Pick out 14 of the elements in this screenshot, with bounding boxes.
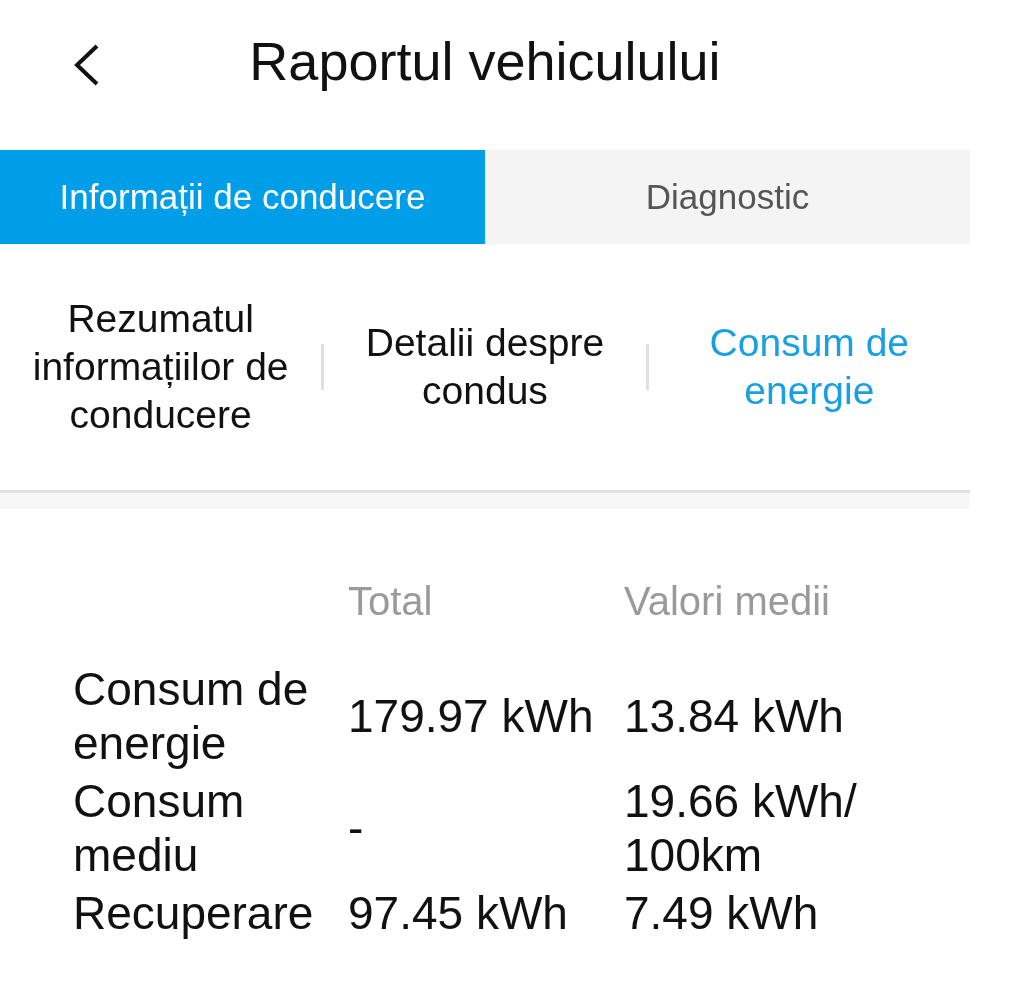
table-cell-text: 97.45 kWh <box>348 886 569 940</box>
sub-tab[interactable]: Detalii despre condus <box>324 319 646 415</box>
row-label: Recuperare <box>73 886 315 940</box>
row-label: Consum de energie <box>73 662 310 770</box>
sub-tab[interactable]: Rezumatul informațiilor de conducere <box>0 295 322 439</box>
table-cell-text: 19.66 kWh/ 100km <box>624 774 858 882</box>
table-cell-text: 13.84 kWh <box>624 689 845 743</box>
table-cell-text: 7.49 kWh <box>624 886 820 940</box>
row-label: Consum mediu <box>73 774 246 882</box>
table-cell-text: 179.97 kWh <box>348 689 595 743</box>
column-header: Total <box>348 579 434 625</box>
page-title: Raportul vehiculului <box>249 30 721 93</box>
table-cell-text: - <box>348 801 365 855</box>
column-header: Valori medii <box>624 579 831 625</box>
